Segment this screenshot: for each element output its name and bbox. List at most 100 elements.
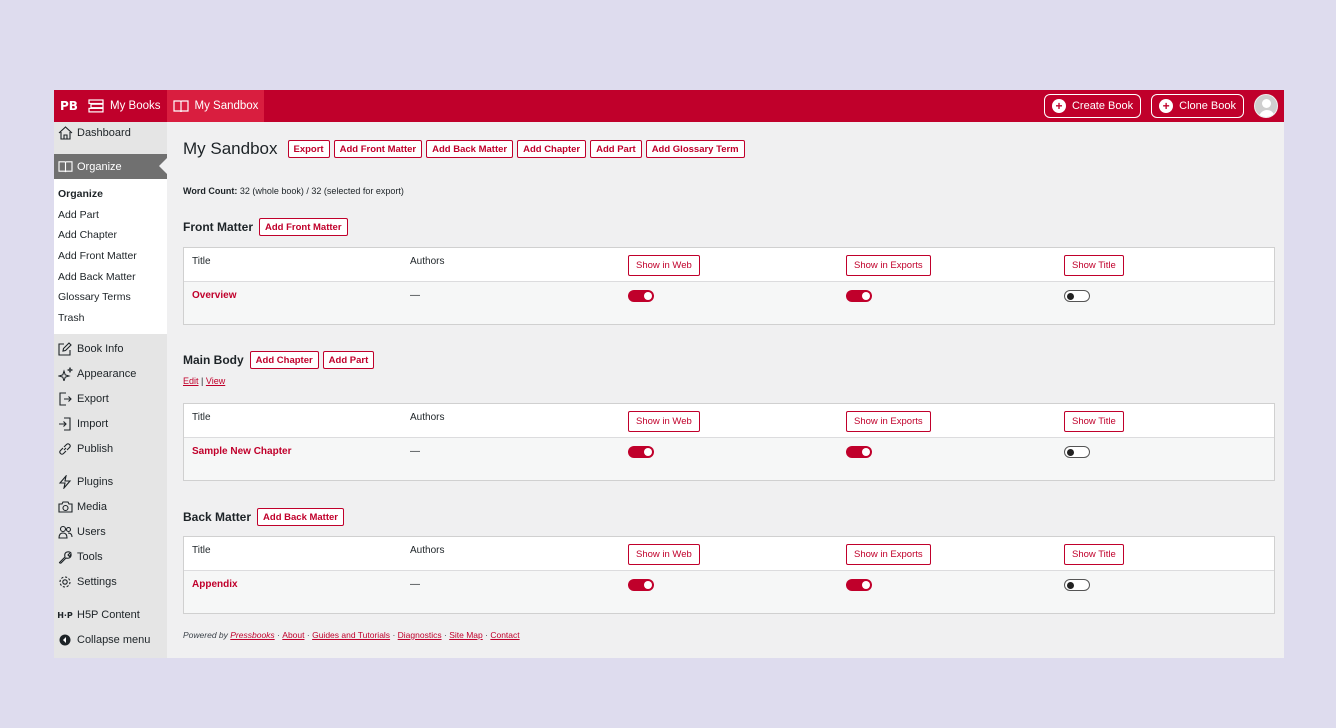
pressbooks-logo[interactable]: PB: [60, 99, 82, 113]
show-in-exports-toggle[interactable]: [846, 579, 872, 591]
sidebar-item-organize[interactable]: Organize: [54, 154, 167, 179]
add-front-matter-button[interactable]: Add Front Matter: [333, 140, 423, 158]
show-title-button[interactable]: Show Title: [1064, 411, 1124, 432]
import-icon: [57, 416, 73, 432]
create-book-button[interactable]: + Create Book: [1043, 94, 1142, 118]
add-back-matter-button[interactable]: Add Back Matter: [257, 508, 344, 526]
column-authors: Authors: [410, 412, 445, 423]
app-window: PB My Books My Sandbox + Create Book + C…: [54, 90, 1284, 658]
link-icon: [57, 441, 73, 457]
row-title-link[interactable]: Sample New Chapter: [192, 446, 291, 457]
show-in-web-button[interactable]: Show in Web: [628, 544, 700, 565]
sidebar-item-label: Publish: [77, 443, 114, 456]
submenu-item-organize[interactable]: Organize: [54, 184, 167, 205]
sidebar-item-label: Appearance: [77, 368, 137, 381]
sidebar-item-users[interactable]: Users: [54, 520, 167, 545]
show-in-exports-toggle[interactable]: [846, 290, 872, 302]
add-front-matter-button[interactable]: Add Front Matter: [259, 218, 348, 236]
show-title-button[interactable]: Show Title: [1064, 544, 1124, 565]
show-in-exports-toggle[interactable]: [846, 446, 872, 458]
site-map-link[interactable]: Site Map: [449, 630, 483, 640]
sidebar-item-label: Users: [77, 526, 106, 539]
submenu-item-add-chapter[interactable]: Add Chapter: [54, 225, 167, 246]
collapse-menu-button[interactable]: Collapse menu: [54, 628, 167, 653]
show-in-web-toggle[interactable]: [628, 446, 654, 458]
sidebar-item-label: Book Info: [77, 343, 124, 356]
sidebar-item-import[interactable]: Import: [54, 412, 167, 437]
sidebar-item-tools[interactable]: Tools: [54, 545, 167, 570]
submenu-item-trash[interactable]: Trash: [54, 308, 167, 329]
add-back-matter-button[interactable]: Add Back Matter: [426, 140, 514, 158]
contact-link[interactable]: Contact: [490, 630, 519, 640]
show-title-toggle[interactable]: [1064, 446, 1090, 458]
link-separator: |: [201, 376, 204, 386]
show-in-web-toggle[interactable]: [628, 579, 654, 591]
export-button[interactable]: Export: [287, 140, 330, 158]
row-title-link[interactable]: Appendix: [192, 579, 238, 590]
back-matter-header: Back Matter Add Back Matter: [183, 508, 344, 526]
show-in-web-toggle[interactable]: [628, 290, 654, 302]
add-part-button[interactable]: Add Part: [590, 140, 642, 158]
show-in-exports-button[interactable]: Show in Exports: [846, 255, 931, 276]
organize-submenu: Organize Add Part Add Chapter Add Front …: [54, 179, 167, 334]
show-in-web-button[interactable]: Show in Web: [628, 411, 700, 432]
show-in-web-button[interactable]: Show in Web: [628, 255, 700, 276]
word-count-value: 32 (whole book) / 32 (selected for expor…: [239, 186, 404, 196]
show-title-toggle[interactable]: [1064, 579, 1090, 591]
sidebar-item-appearance[interactable]: Appearance: [54, 362, 167, 387]
column-authors: Authors: [410, 256, 445, 267]
users-icon: [57, 524, 73, 540]
sidebar-item-label: Tools: [77, 551, 103, 564]
add-glossary-term-button[interactable]: Add Glossary Term: [645, 140, 745, 158]
table-row: Appendix —: [184, 571, 1274, 599]
show-title-button[interactable]: Show Title: [1064, 255, 1124, 276]
edit-link[interactable]: Edit: [183, 376, 199, 386]
open-book-icon: [172, 100, 189, 113]
clone-book-button[interactable]: + Clone Book: [1151, 94, 1244, 118]
sidebar-item-plugins[interactable]: Plugins: [54, 470, 167, 495]
row-title-link[interactable]: Overview: [192, 290, 236, 301]
show-title-toggle[interactable]: [1064, 290, 1090, 302]
submenu-item-glossary-terms[interactable]: Glossary Terms: [54, 287, 167, 308]
my-sandbox-menu[interactable]: My Sandbox: [166, 90, 265, 122]
section-title: Main Body: [183, 353, 244, 367]
submenu-item-add-front-matter[interactable]: Add Front Matter: [54, 246, 167, 267]
view-link[interactable]: View: [206, 376, 225, 386]
word-count: Word Count: 32 (whole book) / 32 (select…: [183, 186, 404, 196]
guides-link[interactable]: Guides and Tutorials: [312, 630, 390, 640]
show-in-exports-button[interactable]: Show in Exports: [846, 544, 931, 565]
home-icon: [57, 125, 73, 141]
diagnostics-link[interactable]: Diagnostics: [398, 630, 442, 640]
sidebar-item-publish[interactable]: Publish: [54, 437, 167, 462]
my-books-menu[interactable]: My Books: [82, 90, 167, 122]
row-authors: —: [410, 446, 420, 457]
submenu-item-add-part[interactable]: Add Part: [54, 205, 167, 226]
sidebar-item-label: Dashboard: [77, 127, 131, 139]
column-title: Title: [192, 256, 211, 267]
sidebar-item-dashboard[interactable]: Dashboard: [54, 122, 167, 144]
my-sandbox-label: My Sandbox: [194, 100, 259, 112]
sidebar-item-h5p[interactable]: H·P H5P Content: [54, 603, 167, 628]
sidebar-item-book-info[interactable]: Book Info: [54, 337, 167, 362]
sidebar-item-label: Export: [77, 393, 109, 406]
pressbooks-link[interactable]: Pressbooks: [230, 630, 274, 640]
user-avatar[interactable]: [1254, 94, 1278, 118]
about-link[interactable]: About: [282, 630, 304, 640]
admin-sidebar: Dashboard Organize Organize Add Part Add…: [54, 122, 167, 658]
sidebar-item-settings[interactable]: Settings: [54, 570, 167, 595]
camera-icon: [57, 499, 73, 515]
back-matter-table: Title Authors Show in Web Show in Export…: [183, 536, 1275, 614]
sidebar-item-media[interactable]: Media: [54, 495, 167, 520]
show-in-exports-button[interactable]: Show in Exports: [846, 411, 931, 432]
add-chapter-button[interactable]: Add Chapter: [249, 351, 319, 369]
submenu-item-add-back-matter[interactable]: Add Back Matter: [54, 267, 167, 288]
add-chapter-button[interactable]: Add Chapter: [517, 140, 587, 158]
open-book-icon: [57, 159, 73, 175]
add-part-button[interactable]: Add Part: [322, 351, 375, 369]
clone-icon: +: [1159, 99, 1174, 113]
table-header: Title Authors Show in Web Show in Export…: [184, 537, 1274, 571]
export-icon: [57, 391, 73, 407]
row-authors: —: [410, 579, 420, 590]
front-matter-table: Title Authors Show in Web Show in Export…: [183, 247, 1275, 325]
sidebar-item-export[interactable]: Export: [54, 387, 167, 412]
